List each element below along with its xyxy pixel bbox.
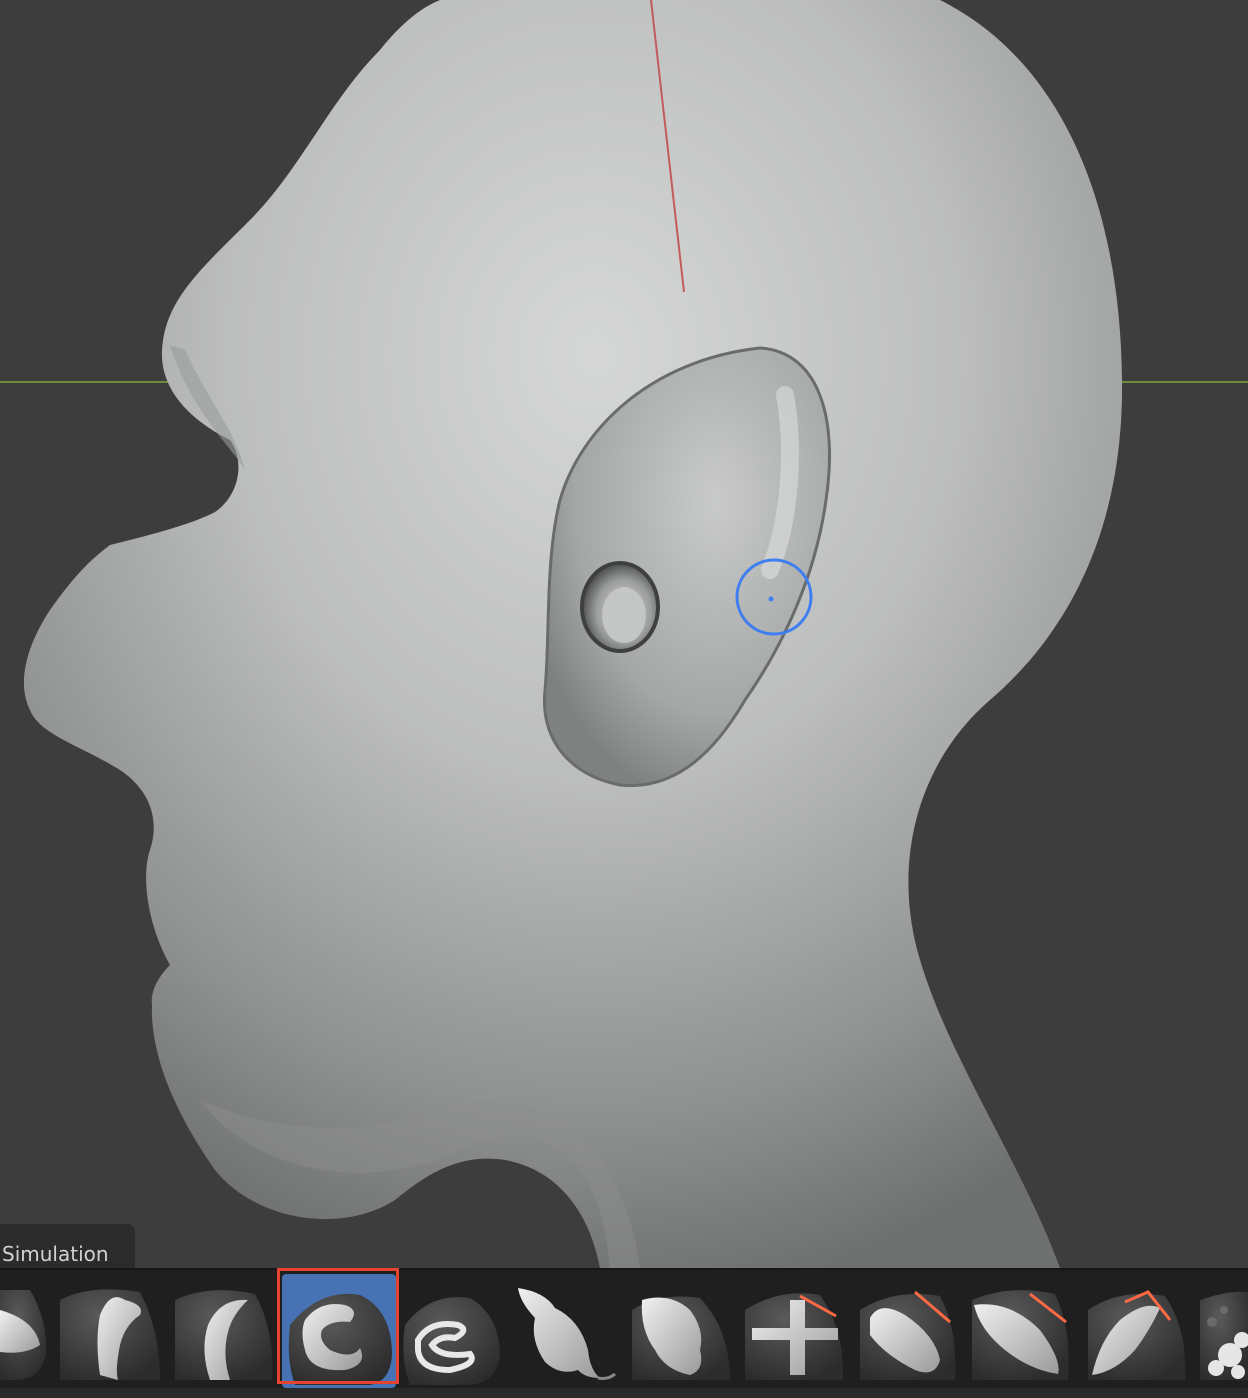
blob-brush-icon[interactable] xyxy=(632,1296,730,1381)
simulation-tab[interactable]: Simulation xyxy=(0,1224,135,1268)
3d-viewport[interactable] xyxy=(0,0,1248,1268)
fill-brush-icon[interactable] xyxy=(1088,1290,1186,1380)
simulation-tab-label: Simulation xyxy=(2,1242,109,1266)
draw-sharp-brush-icon[interactable] xyxy=(175,1290,273,1380)
brush-cursor-dot xyxy=(768,596,774,602)
snake-hook-brush-icon[interactable] xyxy=(518,1288,616,1380)
draw-brush-icon[interactable] xyxy=(60,1289,160,1380)
flatten-brush-icon[interactable] xyxy=(860,1290,956,1380)
multires-brush-icon[interactable] xyxy=(1200,1291,1248,1380)
crease-brush-icon[interactable] xyxy=(403,1297,500,1385)
brush-icons-svg xyxy=(0,1274,1248,1388)
viewport-canvas[interactable] xyxy=(0,0,1248,1268)
status-strip xyxy=(0,1388,1248,1398)
scrape-brush-icon[interactable] xyxy=(972,1290,1069,1380)
partial-brush-icon[interactable] xyxy=(0,1290,47,1380)
pinch-brush-icon[interactable] xyxy=(745,1293,844,1380)
ear-hole-inner xyxy=(602,587,646,643)
brush-shelf xyxy=(0,1268,1248,1398)
